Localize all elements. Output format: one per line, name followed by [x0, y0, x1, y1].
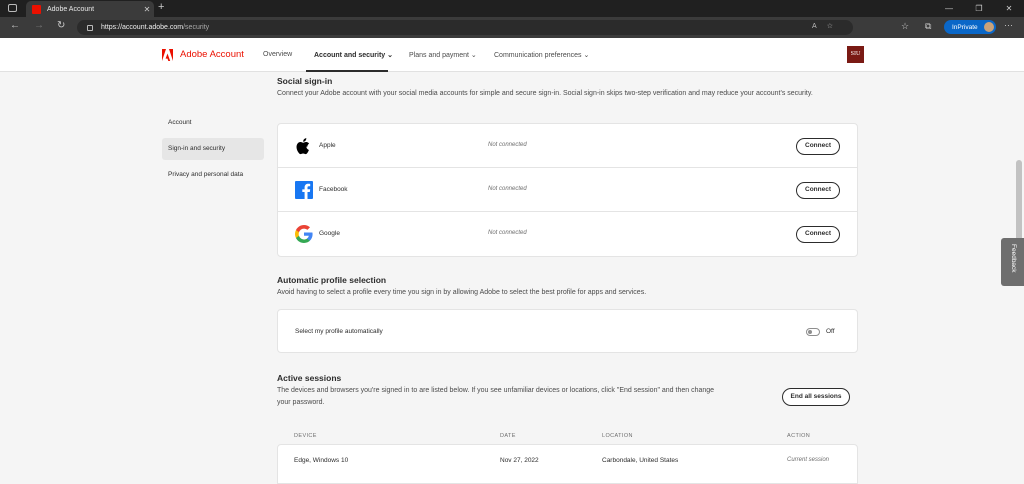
back-icon[interactable]: ←	[10, 20, 20, 31]
url-field[interactable]: https://account.adobe.com/security A☆	[77, 20, 853, 35]
favorites-icon[interactable]: ☆	[901, 21, 909, 32]
collections-icon[interactable]: ⧉	[925, 21, 931, 32]
sessions-title: Active sessions	[277, 373, 342, 383]
forward-icon[interactable]: →	[34, 20, 44, 31]
provider-name: Facebook	[319, 186, 348, 193]
refresh-icon[interactable]: ↻	[57, 20, 65, 31]
adobe-header: Adobe Account Overview Account and secur…	[0, 38, 1024, 72]
brand-name[interactable]: Adobe Account	[180, 49, 244, 60]
tab-actions-icon[interactable]	[8, 4, 17, 12]
profile-description: Avoid having to select a profile every t…	[277, 289, 647, 296]
nav-account-security[interactable]: Account and security ⌄	[314, 51, 393, 59]
adobe-logo-icon[interactable]	[162, 49, 173, 61]
new-tab-icon[interactable]: +	[158, 1, 164, 13]
more-options-icon[interactable]: ···	[1004, 20, 1013, 30]
browser-tab-bar: Adobe Account ✕ + — ❐ ✕	[0, 0, 1024, 17]
feedback-label: Feedback	[1010, 244, 1017, 273]
provider-status: Not connected	[488, 230, 527, 236]
profile-avatar	[984, 22, 994, 32]
profile-toggle[interactable]	[806, 328, 820, 336]
col-location: LOCATION	[602, 433, 633, 439]
social-description: Connect your Adobe account with your soc…	[277, 90, 813, 97]
read-aloud-favorites-icons[interactable]: A☆	[812, 22, 843, 30]
provider-row: Apple Not connected Connect	[278, 124, 857, 168]
window-controls: — ❐ ✕	[934, 0, 1024, 17]
session-action: Current session	[787, 457, 830, 463]
tab-title: Adobe Account	[47, 5, 95, 13]
provider-name: Google	[319, 230, 340, 237]
restore-icon[interactable]: ❐	[964, 0, 994, 17]
sidebar: Account Sign-in and security Privacy and…	[162, 112, 264, 190]
provider-row: Facebook Not connected Connect	[278, 168, 857, 212]
toggle-state: Off	[826, 328, 835, 335]
profile-option-label: Select my profile automatically	[295, 328, 383, 335]
close-tab-icon[interactable]: ✕	[140, 5, 154, 14]
address-bar-row: ← → ↻ https://account.adobe.com/security…	[0, 17, 1024, 38]
apple-icon	[296, 138, 310, 155]
inprivate-label: InPrivate	[952, 23, 978, 31]
lock-icon[interactable]	[87, 24, 93, 31]
sidebar-item-privacy[interactable]: Privacy and personal data	[162, 164, 264, 186]
url-path: /security	[183, 24, 210, 31]
provider-row: Google Not connected Connect	[278, 212, 857, 256]
provider-status: Not connected	[488, 142, 527, 148]
sessions-table	[277, 444, 858, 484]
col-date: DATE	[500, 433, 516, 439]
profile-title: Automatic profile selection	[277, 275, 387, 285]
nav-plans-payment[interactable]: Plans and payment ⌄	[409, 51, 477, 59]
sessions-description: The devices and browsers you're signed i…	[277, 387, 715, 406]
connect-facebook-button[interactable]: Connect	[796, 182, 840, 199]
adobe-favicon-icon	[32, 4, 41, 14]
session-device: Edge, Windows 10	[294, 457, 349, 464]
nav-overview[interactable]: Overview	[263, 51, 292, 58]
session-location: Carbondale, United States	[602, 457, 679, 464]
active-nav-indicator	[306, 70, 388, 72]
provider-name: Apple	[319, 142, 336, 149]
close-window-icon[interactable]: ✕	[994, 0, 1024, 17]
session-date: Nov 27, 2022	[500, 457, 539, 464]
facebook-icon	[295, 181, 313, 199]
sidebar-item-signin-security[interactable]: Sign-in and security	[162, 138, 264, 160]
end-all-sessions-button[interactable]: End all sessions	[782, 388, 850, 406]
social-providers-card: Apple Not connected Connect Facebook Not…	[277, 123, 858, 257]
minimize-icon[interactable]: —	[934, 0, 964, 17]
col-action: ACTION	[787, 433, 811, 439]
connect-google-button[interactable]: Connect	[796, 226, 840, 243]
sidebar-item-account[interactable]: Account	[162, 112, 264, 134]
google-icon	[295, 225, 313, 243]
browser-tab[interactable]: Adobe Account ✕	[26, 1, 154, 17]
connect-apple-button[interactable]: Connect	[796, 138, 840, 155]
nav-communication[interactable]: Communication preferences ⌄	[494, 51, 589, 59]
social-title: Social sign-in	[277, 76, 333, 86]
url-host: https://account.adobe.com	[101, 24, 184, 31]
col-device: DEVICE	[294, 433, 317, 439]
feedback-tab[interactable]: Feedback	[1001, 238, 1024, 286]
profile-card: Select my profile automatically Off	[277, 309, 858, 353]
inprivate-badge[interactable]: InPrivate	[944, 20, 996, 34]
org-badge[interactable]: SIU	[847, 46, 864, 63]
provider-status: Not connected	[488, 186, 527, 192]
